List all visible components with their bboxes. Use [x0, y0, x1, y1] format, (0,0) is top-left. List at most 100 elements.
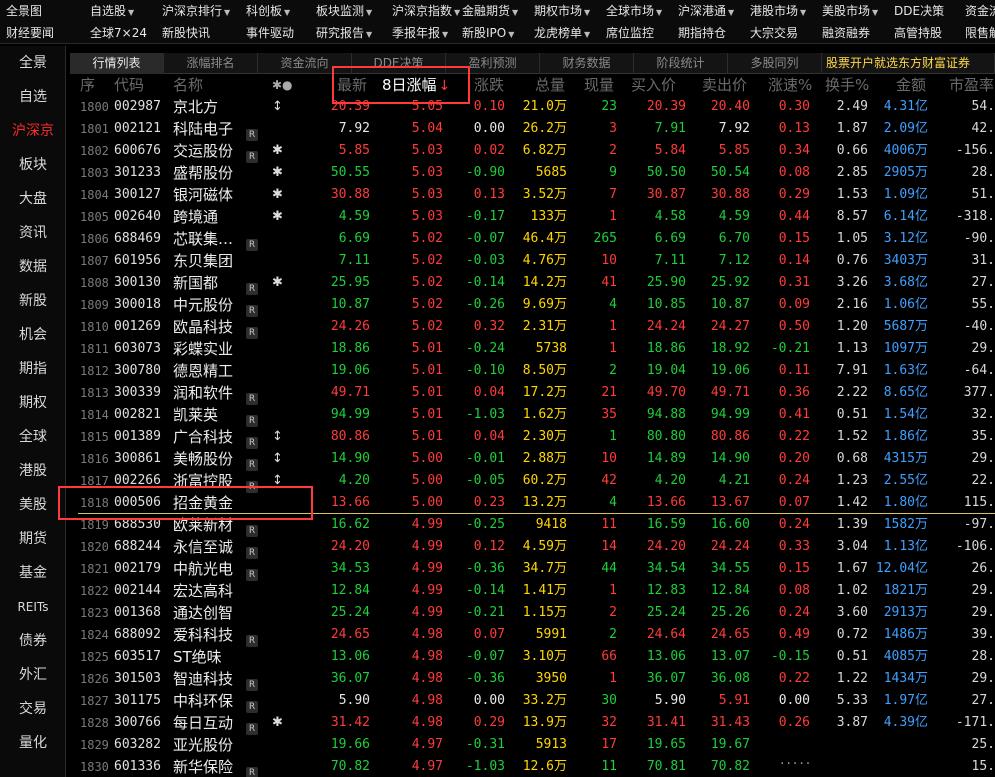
col-pct-8day[interactable]: 8日涨幅 ↓ [382, 74, 450, 96]
sidenav-item[interactable]: REITs [0, 590, 66, 624]
table-row[interactable]: 1816 300861 美畅股份 R ↕ 14.90 5.00 -0.01 2.88万 10 14.… [78, 448, 995, 471]
sidenav-item[interactable]: 美股 [0, 488, 66, 522]
sidenav-item[interactable]: 板块 [0, 148, 66, 182]
col-bid[interactable]: 买入价 [631, 74, 676, 96]
table-row[interactable]: 1803 301233 盛帮股份 ✱ 50.55 5.03 -0.90 5685 9 50.50 5… [78, 162, 995, 184]
table-row[interactable]: 1830 601336 新华保险 R 70.82 4.97 -1.03 12.6万 11 70.8… [78, 756, 995, 777]
menu-item[interactable]: 席位监控 [606, 24, 654, 42]
sidenav-item[interactable]: 交易 [0, 692, 66, 726]
sidenav-item[interactable]: 期权 [0, 386, 66, 420]
table-row[interactable]: 1802 600676 交运股份 R ✱ 5.85 5.03 0.02 6.82万 2 5.84 5.… [78, 140, 995, 163]
menu-item[interactable]: 融资融券 [822, 24, 870, 42]
sidenav-item[interactable]: 沪深京 [0, 114, 66, 148]
ad-banner-link[interactable]: 股票开户就选东方财富证券 [822, 53, 995, 74]
table-row[interactable]: 1810 001269 欧晶科技 R 24.26 5.02 0.32 2.31万 1 24.24 2… [78, 316, 995, 339]
sidenav-item[interactable]: 基金 [0, 556, 66, 590]
menu-item[interactable]: 全球7×24 [90, 24, 147, 42]
col-vol[interactable]: 总量 [535, 74, 565, 96]
col-pe[interactable]: 市盈率 [949, 74, 994, 96]
menu-item[interactable]: 事件驱动 [246, 24, 294, 42]
col-now[interactable]: 现量 [584, 74, 614, 96]
menu-item[interactable]: 期权市场 ▼ [534, 2, 590, 20]
table-row[interactable]: 1801 002121 科陆电子 R 7.92 5.04 0.00 26.2万 3 7.91 7.9… [78, 118, 995, 141]
menu-item[interactable]: 资金流 [965, 2, 995, 20]
sidenav-item[interactable]: 期指 [0, 352, 66, 386]
table-row[interactable]: 1825 603517 ST绝味 13.06 4.98 -0.07 3.10万 66 13.06… [78, 646, 995, 668]
tab-item[interactable]: 行情列表 [70, 53, 164, 74]
menu-item[interactable]: 新股IPO ▼ [462, 24, 514, 42]
tab-item[interactable]: DDE决策 [352, 53, 446, 74]
table-row[interactable]: 1817 002266 浙富控股 R ↕ 4.20 5.00 -0.05 60.2万 42 4.20… [78, 470, 995, 493]
tab-item[interactable]: 盈利预测 [446, 53, 540, 74]
table-row[interactable]: 1811 603073 彩蝶实业 18.86 5.01 -0.24 5738 1 18.86 18… [78, 338, 995, 360]
menu-item[interactable]: 龙虎榜单 ▼ [534, 24, 590, 42]
menu-item[interactable]: 全球市场 ▼ [606, 2, 662, 20]
col-speed[interactable]: 涨速% [768, 74, 812, 96]
table-row[interactable]: 1826 301503 智迪科技 R 36.07 4.98 -0.36 3950 1 36.07 3… [78, 668, 995, 691]
menu-item[interactable]: 高管持股 [894, 24, 942, 42]
table-row[interactable]: 1806 688469 芯联集… R 6.69 5.02 -0.07 46.4万 265 6.69… [78, 228, 995, 251]
table-row[interactable]: 1808 300130 新国都 R ✱ 25.95 5.02 -0.14 14.2万 41 25.9… [78, 272, 995, 295]
sidenav-item[interactable]: 债券 [0, 624, 66, 658]
col-amount[interactable]: 金额 [896, 74, 926, 96]
table-row[interactable]: 1820 688244 永信至诚 R 24.20 4.99 0.12 4.59万 14 24.20… [78, 536, 995, 559]
sidenav-item[interactable]: 港股 [0, 454, 66, 488]
sidenav-item[interactable]: 期货 [0, 522, 66, 556]
menu-item[interactable]: 沪深京指数 ▼ [392, 2, 460, 20]
menu-item[interactable]: 板块监测 ▼ [316, 2, 372, 20]
tab-item[interactable]: 资金流向 [258, 53, 352, 74]
menu-item[interactable]: 自选股 ▼ [90, 2, 134, 20]
menu-item[interactable]: 研究报告 ▼ [316, 24, 372, 42]
menu-item[interactable]: 新股快讯 [162, 24, 210, 42]
table-row[interactable]: 1822 002144 宏达高科 12.84 4.99 -0.14 1.41万 1 12.83 1… [78, 580, 995, 602]
menu-item[interactable]: 沪深京排行 ▼ [162, 2, 230, 20]
menu-item[interactable]: 金融期货 ▼ [462, 2, 518, 20]
table-row[interactable]: 1818 000506 招金黄金 13.66 5.00 0.23 13.2万 4 13.66 13… [78, 492, 995, 514]
menu-item[interactable]: 沪深港通 ▼ [678, 2, 734, 20]
col-chg[interactable]: 涨跌 [474, 74, 504, 96]
table-row[interactable]: 1828 300766 每日互动 R ✱ 31.42 4.98 0.29 13.9万 32 31.4… [78, 712, 995, 735]
table-row[interactable]: 1809 300018 中元股份 R 10.87 5.02 -0.26 9.69万 4 10.85… [78, 294, 995, 317]
sidenav-item[interactable]: 数据 [0, 250, 66, 284]
menu-item[interactable]: 季报年报 ▼ [392, 24, 448, 42]
table-row[interactable]: 1807 601956 东贝集团 7.11 5.02 -0.03 4.76万 10 7.11 7.… [78, 250, 995, 272]
sidenav-item[interactable]: 量化 [0, 726, 66, 760]
menu-item[interactable]: 港股市场 ▼ [750, 2, 806, 20]
tab-item[interactable]: 多股同列 [728, 53, 822, 74]
table-row[interactable]: 1823 001368 通达创智 25.24 4.99 -0.21 1.15万 2 25.24 2… [78, 602, 995, 624]
table-row[interactable]: 1800 002987 京北方 ↕ 20.39 5.05 0.10 21.0万 23 20.39 2… [78, 96, 995, 118]
col-ask[interactable]: 卖出价 [702, 74, 747, 96]
col-seq[interactable]: 序 [80, 74, 95, 96]
sidenav-item[interactable]: 外汇 [0, 658, 66, 692]
table-row[interactable]: 1813 300339 润和软件 R 49.71 5.01 0.04 17.2万 21 49.70… [78, 382, 995, 405]
sidenav-item[interactable]: 大盘 [0, 182, 66, 216]
menu-item[interactable]: 大宗交易 [750, 24, 798, 42]
menu-item[interactable]: DDE决策 [894, 2, 944, 20]
menu-item[interactable]: 全景图 [6, 2, 42, 20]
menu-item[interactable]: 美股市场 ▼ [822, 2, 878, 20]
tab-item[interactable]: 阶段统计 [634, 53, 728, 74]
sidenav-item[interactable]: 全景 [0, 46, 66, 80]
table-row[interactable]: 1804 300127 银河磁体 ✱ 30.88 5.03 0.13 3.52万 7 30.87 3… [78, 184, 995, 206]
table-row[interactable]: 1829 603282 亚光股份 19.66 4.97 -0.31 5913 17 19.65 1… [78, 734, 995, 756]
col-name[interactable]: 名称 [173, 74, 203, 96]
sidenav-item[interactable]: 全球 [0, 420, 66, 454]
col-price[interactable]: 最新 [337, 74, 367, 96]
table-row[interactable]: 1824 688092 爱科科技 R 24.65 4.98 0.07 5991 2 24.64 24… [78, 624, 995, 647]
table-row[interactable]: 1819 688530 欧莱新材 R 16.62 4.99 -0.25 9418 11 16.59… [78, 514, 995, 537]
menu-item[interactable]: 期指持仓 [678, 24, 726, 42]
table-row[interactable]: 1805 002640 跨境通 ✱ 4.59 5.03 -0.17 133万 1 4.58 4.59… [78, 206, 995, 228]
table-row[interactable]: 1821 002179 中航光电 R 34.53 4.99 -0.36 34.7万 44 34.5… [78, 558, 995, 581]
table-row[interactable]: 1815 001389 广合科技 R ↕ 80.86 5.01 0.04 2.30万 1 80.80… [78, 426, 995, 449]
col-turnover[interactable]: 换手% [825, 74, 869, 96]
menu-item[interactable]: 限售解 [965, 24, 995, 42]
col-code[interactable]: 代码 [114, 74, 144, 96]
menu-item[interactable]: 财经要闻 [6, 24, 54, 42]
sidenav-item[interactable]: 新股 [0, 284, 66, 318]
sidenav-item[interactable]: 自选 [0, 80, 66, 114]
sidenav-item[interactable]: 机会 [0, 318, 66, 352]
tab-item[interactable]: 财务数据 [540, 53, 634, 74]
sidenav-item[interactable]: 资讯 [0, 216, 66, 250]
tab-item[interactable]: 涨幅排名 [164, 53, 258, 74]
table-row[interactable]: 1812 300780 德恩精工 19.06 5.01 -0.10 8.50万 2 19.04 1… [78, 360, 995, 382]
